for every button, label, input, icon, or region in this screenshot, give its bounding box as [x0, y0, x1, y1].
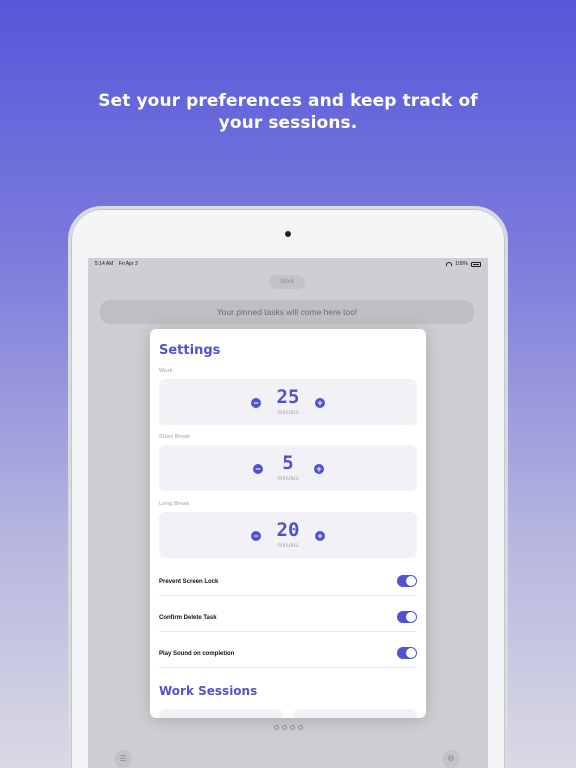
- work-label: Work: [159, 368, 173, 374]
- menu-icon[interactable]: ☰: [114, 750, 132, 768]
- gear-icon[interactable]: ⚙: [442, 750, 460, 768]
- wifi-icon: [446, 262, 453, 266]
- status-bar: 5:14 AM Fri Apr 3 100%: [88, 258, 488, 270]
- long-break-label: Long Break: [159, 501, 190, 507]
- work-sessions-title: Work Sessions: [159, 684, 258, 698]
- toggle-row-confirm-delete: Confirm Delete Task: [159, 608, 417, 632]
- plus-icon[interactable]: +: [314, 464, 324, 474]
- headline: Set your preferences and keep track of y…: [98, 91, 478, 133]
- status-time: 5:14 AM: [95, 261, 114, 267]
- work-value: 25: [276, 386, 300, 408]
- confirm-delete-label: Confirm Delete Task: [159, 615, 217, 621]
- battery-icon: [471, 261, 481, 267]
- work-stepper: − 25 + minutes: [159, 379, 417, 425]
- page-indicator[interactable]: [274, 725, 303, 730]
- session-card[interactable]: [293, 709, 417, 718]
- pinned-tasks-bar: Your pinned tasks will come here too!: [100, 300, 474, 324]
- screen-lock-label: Prevent Screen Lock: [159, 579, 219, 585]
- screen-lock-toggle[interactable]: [397, 575, 417, 587]
- camera-dot: [285, 231, 291, 237]
- page-dot[interactable]: [282, 725, 287, 730]
- settings-modal: Settings Work − 25 + minutes Short Break…: [150, 329, 426, 718]
- mode-pill[interactable]: Work: [269, 275, 305, 289]
- page-dot[interactable]: [274, 725, 279, 730]
- short-break-label: Short Break: [159, 434, 191, 440]
- confirm-delete-toggle[interactable]: [397, 611, 417, 623]
- settings-title: Settings: [159, 343, 221, 358]
- plus-icon[interactable]: +: [315, 398, 325, 408]
- battery-percent: 100%: [455, 261, 468, 267]
- play-sound-toggle[interactable]: [397, 647, 417, 659]
- session-card[interactable]: [159, 709, 283, 718]
- page-dot[interactable]: [290, 725, 295, 730]
- short-break-value: 5: [282, 452, 294, 474]
- long-break-stepper: − 20 + minutes: [159, 512, 417, 558]
- long-break-value: 20: [276, 519, 300, 541]
- status-date: Fri Apr 3: [118, 261, 138, 267]
- play-sound-label: Play Sound on completion: [159, 651, 235, 657]
- work-unit: minutes: [277, 410, 299, 416]
- toggle-row-screen-lock: Prevent Screen Lock: [159, 572, 417, 596]
- plus-icon[interactable]: +: [315, 531, 325, 541]
- long-break-unit: minutes: [277, 543, 299, 549]
- short-break-unit: minutes: [277, 476, 299, 482]
- short-break-stepper: − 5 + minutes: [159, 445, 417, 491]
- page-dot[interactable]: [298, 725, 303, 730]
- toggle-row-play-sound: Play Sound on completion: [159, 644, 417, 668]
